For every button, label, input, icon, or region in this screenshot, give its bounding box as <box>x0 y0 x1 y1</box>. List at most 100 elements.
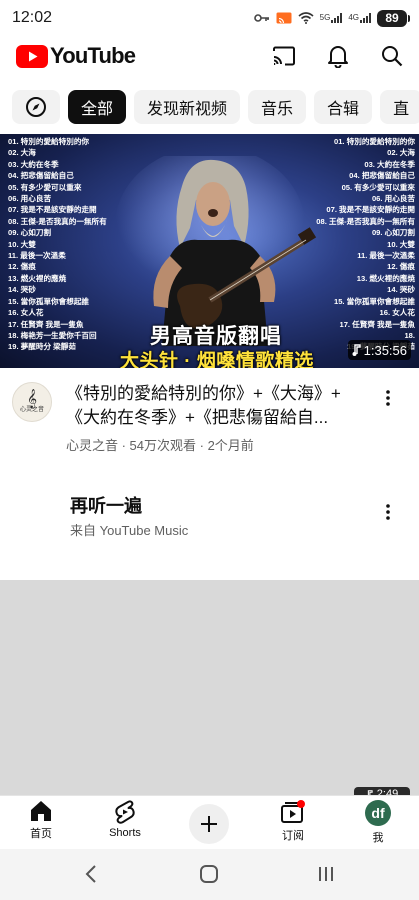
track-item-left: 14. 哭砂 <box>8 285 36 295</box>
track-item-left: 06. 用心良苦 <box>8 194 52 204</box>
battery-indicator: 89 <box>377 9 410 27</box>
loading-placeholder <box>0 580 419 795</box>
system-home-button[interactable] <box>194 861 224 887</box>
duration-text: 1:35:56 <box>363 342 407 358</box>
track-item-left: 11. 最後一次溫柔 <box>8 251 66 261</box>
track-item-right: 14. 哭砂 <box>387 285 415 295</box>
bottom-nav: 首页 Shorts 订阅 df 我 <box>0 795 419 849</box>
cast-button[interactable] <box>271 43 297 69</box>
compass-icon <box>26 97 46 117</box>
treble-clef-icon: 𝄞 <box>26 389 38 408</box>
logo-text: YouTube <box>50 43 136 68</box>
track-item-left: 18. 梅艳芳一生愛你千百回 <box>8 330 97 340</box>
track-item-right: 11. 最後一次溫柔 <box>357 251 415 261</box>
track-item-right: 02. 大海 <box>387 148 415 158</box>
track-item-left: 17. 任賢齊 我是一隻魚 <box>8 319 84 329</box>
track-item-right: 13. 燃火裡的應焼 <box>356 273 415 283</box>
track-item-left: 08. 王傑-是否我真的一無所有 <box>8 216 107 226</box>
home-square-icon <box>200 865 218 883</box>
singer-image <box>115 156 317 346</box>
track-item-right: 03. 大約在冬季 <box>364 159 415 169</box>
track-item-right: 10. 大雙 <box>387 239 415 249</box>
track-item-left: 09. 心如刀割 <box>8 228 52 238</box>
nav-shorts[interactable]: Shorts <box>95 800 155 839</box>
thumbnail-title-sub: 大头针 · 烟嗓情歌精选 <box>120 351 314 368</box>
network-4g-label: 4G <box>348 13 359 22</box>
recents-icon <box>319 867 333 881</box>
track-item-left: 05. 有多少愛可以重來 <box>8 182 82 192</box>
bell-icon <box>328 46 348 68</box>
track-item-left: 15. 當你孤單你會想起誰 <box>8 296 90 306</box>
video-meta: 心灵之音 · 54万次观看 · 2个月前 <box>66 438 254 453</box>
youtube-logo[interactable]: YouTube <box>16 43 136 69</box>
nav-subscriptions-label: 订阅 <box>282 830 304 842</box>
system-recents-button[interactable] <box>311 861 341 887</box>
shorts-icon <box>115 800 135 824</box>
section-more-button[interactable] <box>378 500 398 524</box>
section-subtitle: 来自 YouTube Music <box>70 523 189 538</box>
more-vert-icon <box>386 390 390 406</box>
chip-mixes[interactable]: 合辑 <box>314 90 373 124</box>
nav-shorts-label: Shorts <box>109 827 141 839</box>
track-item-left: 07. 我是不是該安靜的走開 <box>8 205 97 215</box>
track-item-left: 03. 大約在冬季 <box>8 159 59 169</box>
plus-icon <box>201 816 217 832</box>
nav-subscriptions[interactable]: 订阅 <box>263 800 323 843</box>
duration-badge: 1:35:56 <box>347 340 411 360</box>
wifi-icon <box>298 12 314 24</box>
track-item-right: 05. 有多少愛可以重來 <box>341 182 415 192</box>
header-actions <box>271 43 405 69</box>
track-item-right: 08. 王傑-是否我真的一無所有 <box>316 216 415 226</box>
system-nav-bar <box>0 849 419 900</box>
account-avatar: df <box>365 800 391 826</box>
track-item-left: 10. 大雙 <box>8 239 36 249</box>
nav-home[interactable]: 首页 <box>11 800 71 841</box>
track-item-left: 16. 女人花 <box>8 308 44 318</box>
app-header: YouTube <box>0 36 419 76</box>
search-icon <box>382 46 403 67</box>
create-button[interactable] <box>189 804 229 844</box>
music-note-icon <box>352 344 361 356</box>
listen-again-section: 再听一遍 来自 YouTube Music <box>0 480 419 580</box>
more-vert-icon <box>386 504 390 520</box>
nav-home-label: 首页 <box>30 828 52 840</box>
chip-all[interactable]: 全部 <box>68 90 127 124</box>
video-title[interactable]: 《特別的愛給特別的你》+《大海》+《大約在冬季》+《把悲傷留給自... <box>66 382 366 430</box>
track-item-left: 02. 大海 <box>8 148 36 158</box>
network-5g-label: 5G <box>319 13 331 22</box>
video-info[interactable]: 𝄞 心灵之音 《特別的愛給特別的你》+《大海》+《大約在冬季》+《把悲傷留給自.… <box>0 378 419 458</box>
notifications-button[interactable] <box>325 43 351 69</box>
track-item-left: 13. 燃火裡的應焼 <box>8 273 67 283</box>
video-thumbnail[interactable]: 01. 特別的愛給特別的你 02. 大海 03. 大約在冬季 04. 把悲傷留給自己 0… <box>0 134 419 368</box>
chip-discover[interactable]: 发现新视频 <box>134 90 241 124</box>
nav-me[interactable]: df 我 <box>348 800 408 845</box>
track-item-right: 04. 把悲傷留給自己 <box>349 171 415 181</box>
chip-music[interactable]: 音乐 <box>248 90 307 124</box>
track-item-left: 12. 傷痕 <box>8 262 36 272</box>
track-item-right: 07. 我是不是該安靜的走開 <box>326 205 415 215</box>
track-item-right: 01. 特別的愛給特別的你 <box>333 137 415 146</box>
search-button[interactable] <box>379 43 405 69</box>
chip-live[interactable]: 直 <box>380 90 419 124</box>
track-item-right: 16. 女人花 <box>379 308 415 318</box>
section-title: 再听一遍 <box>70 496 142 516</box>
track-item-left: 01. 特別的愛給特別的你 <box>8 137 90 146</box>
home-icon <box>31 801 51 821</box>
signal-5g-icon: 5G <box>320 12 343 24</box>
track-item-right: 15. 當你孤單你會想起誰 <box>333 296 415 306</box>
track-item-right: 17. 任賢齊 我是一隻魚 <box>339 319 415 329</box>
track-item-right: 09. 心如刀割 <box>371 228 415 238</box>
tracklist-left: 01. 特別的愛給特別的你 02. 大海 03. 大約在冬季 04. 把悲傷留給自己 0… <box>8 136 107 353</box>
system-back-button[interactable] <box>76 861 106 887</box>
key-icon <box>253 12 270 24</box>
track-item-left: 19. 夢醒時分 梁靜茹 <box>8 342 76 352</box>
status-icons: 5G 4G 89 <box>253 9 410 27</box>
video-more-button[interactable] <box>378 386 398 410</box>
nav-me-label: 我 <box>372 832 384 844</box>
filter-chips: 全部 发现新视频 音乐 合辑 直 <box>0 88 419 126</box>
subscriptions-icon <box>281 800 305 823</box>
track-item-left: 04. 把悲傷留給自己 <box>8 171 74 181</box>
channel-avatar[interactable]: 𝄞 心灵之音 <box>12 382 52 422</box>
track-item-right: 12. 傷痕 <box>387 262 415 272</box>
explore-chip[interactable] <box>12 90 60 124</box>
